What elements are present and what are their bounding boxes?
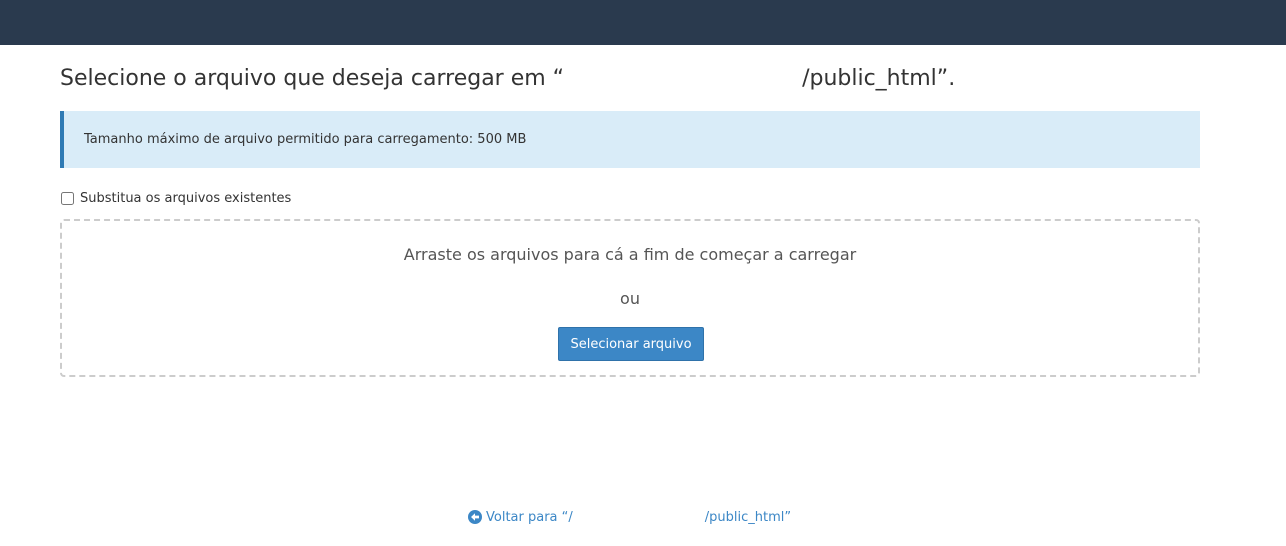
page-title-suffix: /public_html”. <box>802 66 956 91</box>
page-title: Selecione o arquivo que deseja carregar … <box>60 64 955 94</box>
top-header-bar <box>0 0 1286 45</box>
page-title-prefix: Selecione o arquivo que deseja carregar … <box>60 66 565 91</box>
or-separator: ou <box>620 289 640 308</box>
overwrite-checkbox[interactable] <box>61 191 74 205</box>
back-link[interactable]: Voltar para “/ /public_html” <box>468 508 791 526</box>
file-drop-zone[interactable]: Arraste os arquivos para cá a fim de com… <box>60 219 1200 377</box>
drop-instruction: Arraste os arquivos para cá a fim de com… <box>403 245 857 264</box>
back-link-prefix: Voltar para “/ <box>486 509 573 525</box>
overwrite-label: Substitua os arquivos existentes <box>80 190 292 206</box>
max-file-size-notice: Tamanho máximo de arquivo permitido para… <box>60 111 1200 168</box>
overwrite-option[interactable]: Substitua os arquivos existentes <box>60 188 291 208</box>
back-link-suffix: /public_html” <box>704 509 792 525</box>
select-file-button[interactable]: Selecionar arquivo <box>558 327 704 361</box>
arrow-circle-left-icon <box>468 510 482 524</box>
max-file-size-text: Tamanho máximo de arquivo permitido para… <box>84 132 527 147</box>
